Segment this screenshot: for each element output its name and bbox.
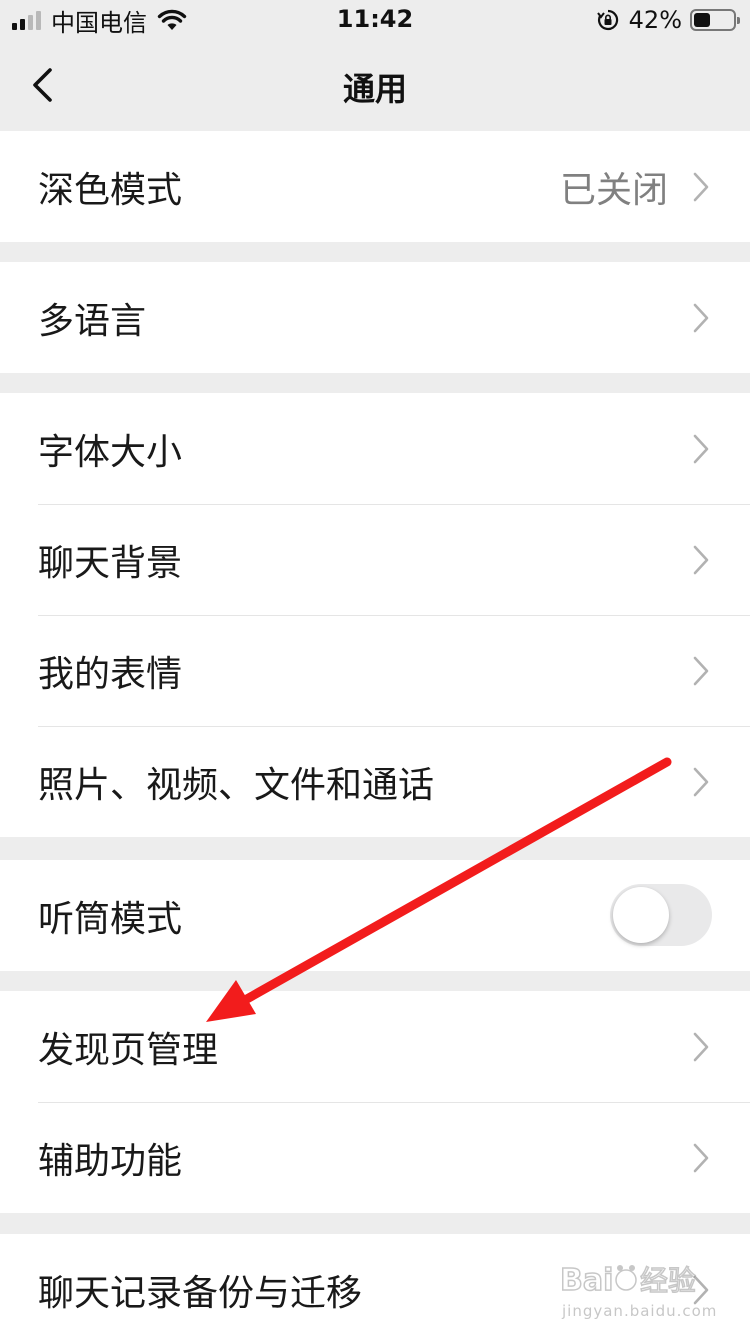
baidu-logo-icon: Bai 经验 [560,1262,697,1299]
toggle-knob [613,887,669,943]
watermark-url: jingyan.baidu.com [562,1302,718,1320]
chevron-right-icon [693,1032,709,1062]
row-label: 发现页管理 [38,1029,219,1071]
status-bar: 中国电信 11:42 42% [0,0,750,40]
settings-group-language: 多语言 [0,262,750,373]
settings-group-chat: 字体大小 聊天背景 我的表情 照片、视频、文件和通话 [0,393,750,837]
settings-group-earpiece: 听筒模式 [0,860,750,971]
settings-group-discover: 发现页管理 辅助功能 [0,991,750,1213]
settings-row-my-stickers[interactable]: 我的表情 [0,615,750,726]
chevron-right-icon [693,303,709,333]
navigation-bar: 通用 [0,40,750,130]
chevron-right-icon [693,767,709,797]
row-label: 我的表情 [38,653,183,695]
row-label: 辅助功能 [38,1140,183,1182]
battery-icon [690,9,740,31]
svg-text:经验: 经验 [640,1264,696,1297]
svg-text:Bai: Bai [560,1263,613,1298]
earpiece-mode-toggle[interactable] [610,884,712,946]
chevron-right-icon [693,172,709,202]
row-label: 照片、视频、文件和通话 [38,764,435,806]
chevron-right-icon [693,545,709,575]
chevron-right-icon [693,434,709,464]
settings-row-font-size[interactable]: 字体大小 [0,393,750,504]
status-right: 42% [596,6,740,34]
baidu-jingyan-watermark: Bai 经验 jingyan.baidu.com [560,1256,716,1326]
battery-fill [694,13,710,27]
settings-row-accessibility[interactable]: 辅助功能 [0,1102,750,1213]
settings-row-language[interactable]: 多语言 [0,262,750,373]
chevron-right-icon [693,656,709,686]
row-label: 聊天背景 [38,542,183,584]
row-label: 多语言 [38,300,147,342]
rotation-lock-icon [596,9,618,31]
battery-percent: 42% [628,6,682,34]
row-label: 聊天记录备份与迁移 [38,1272,363,1314]
page-title: 通用 [342,70,407,108]
row-label: 深色模式 [38,169,183,211]
settings-row-media-files-calls[interactable]: 照片、视频、文件和通话 [0,726,750,837]
row-label: 字体大小 [38,431,183,473]
settings-row-dark-mode[interactable]: 深色模式 已关闭 [0,131,750,242]
chevron-right-icon [693,1143,709,1173]
settings-row-earpiece-mode: 听筒模式 [0,860,750,971]
row-label: 听筒模式 [38,898,183,940]
row-value: 已关闭 [559,169,668,211]
settings-row-discover-management[interactable]: 发现页管理 [0,991,750,1102]
settings-row-chat-background[interactable]: 聊天背景 [0,504,750,615]
settings-group-display: 深色模式 已关闭 [0,131,750,242]
